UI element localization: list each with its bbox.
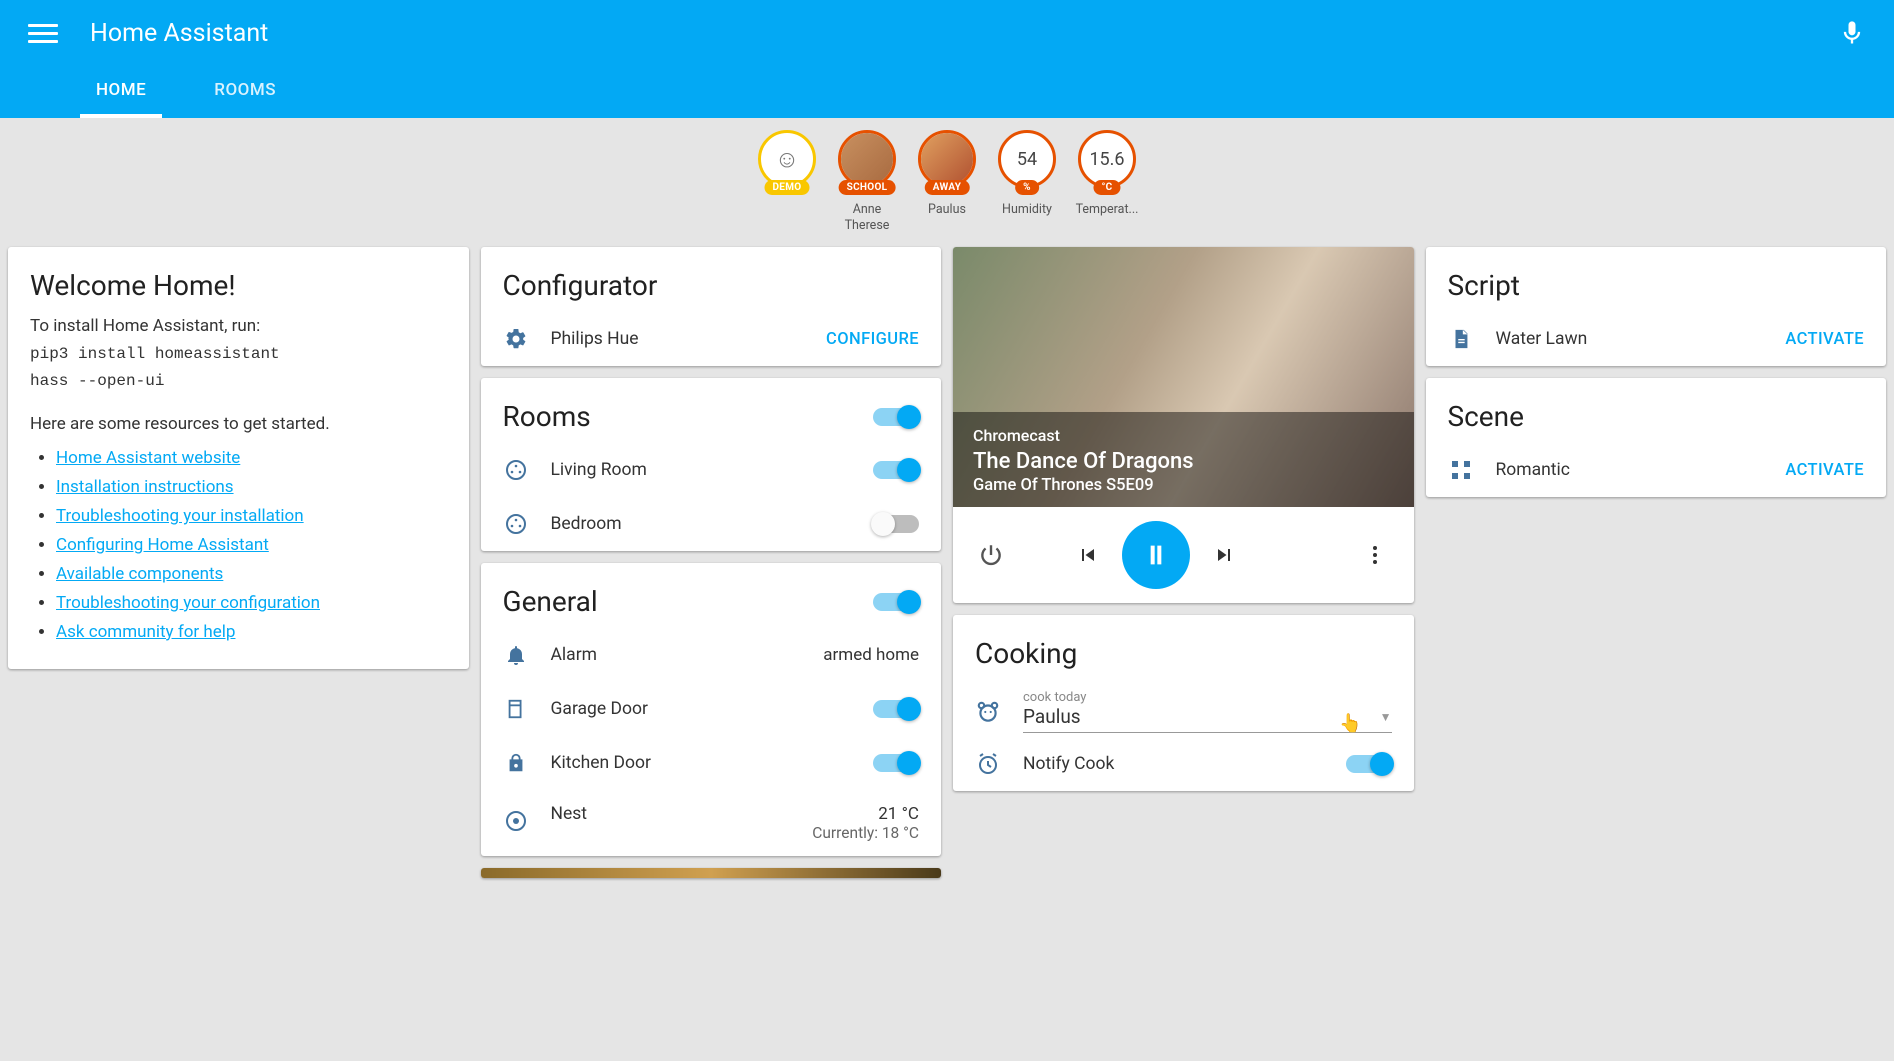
rooms-title: Rooms xyxy=(503,400,874,433)
media-device: Chromecast xyxy=(973,426,1394,445)
alarm-label[interactable]: Alarm xyxy=(551,645,802,665)
avatar xyxy=(841,133,893,185)
link-website[interactable]: Home Assistant website xyxy=(56,448,240,468)
resources-text: Here are some resources to get started. xyxy=(30,410,447,439)
cursor-icon: 👆 xyxy=(1339,713,1361,734)
pause-button[interactable] xyxy=(1122,521,1190,589)
badge-demo[interactable]: ☺DEMO xyxy=(754,130,820,233)
link-configuring[interactable]: Configuring Home Assistant xyxy=(56,535,269,555)
badge-temperature[interactable]: 15.6°C Temperat... xyxy=(1074,130,1140,233)
smiley-icon: ☺ xyxy=(775,145,800,174)
cook-today-select[interactable]: cook today Paulus▼ 👆 xyxy=(1023,690,1392,733)
document-icon xyxy=(1448,326,1474,352)
media-card: Chromecast The Dance Of Dragons Game Of … xyxy=(953,247,1414,603)
media-title: The Dance Of Dragons xyxy=(973,449,1394,474)
general-group-toggle[interactable] xyxy=(873,593,919,611)
tabs: HOME ROOMS xyxy=(0,66,1894,118)
activate-script-button[interactable]: ACTIVATE xyxy=(1785,330,1864,349)
room-icon xyxy=(503,511,529,537)
script-title: Script xyxy=(1426,247,1887,312)
nest-current: Currently: 18 °C xyxy=(812,824,919,842)
kitchen-door-label[interactable]: Kitchen Door xyxy=(551,753,852,773)
more-button[interactable] xyxy=(1359,539,1391,571)
welcome-card: Welcome Home! To install Home Assistant,… xyxy=(8,247,469,668)
media-cover[interactable]: Chromecast The Dance Of Dragons Game Of … xyxy=(953,247,1414,507)
lock-icon xyxy=(503,750,529,776)
link-troubleshoot-config[interactable]: Troubleshooting your configuration xyxy=(56,593,320,613)
cooking-title: Cooking xyxy=(953,615,1414,680)
prev-button[interactable] xyxy=(1072,539,1104,571)
room-living[interactable]: Living Room xyxy=(551,460,852,480)
bedroom-toggle[interactable] xyxy=(873,515,919,533)
cmd1: pip3 install homeassistant xyxy=(30,341,447,368)
kitchen-door-toggle[interactable] xyxy=(873,754,919,772)
thermostat-icon xyxy=(503,808,529,834)
link-community[interactable]: Ask community for help xyxy=(56,622,235,642)
notify-cook-toggle[interactable] xyxy=(1346,755,1392,773)
install-text: To install Home Assistant, run: xyxy=(30,312,447,341)
general-title: General xyxy=(503,585,874,618)
tab-rooms[interactable]: ROOMS xyxy=(198,66,292,118)
room-icon xyxy=(503,457,529,483)
garage-toggle[interactable] xyxy=(873,700,919,718)
configurator-item[interactable]: Philips Hue xyxy=(551,329,805,349)
next-button[interactable] xyxy=(1208,539,1240,571)
scene-item[interactable]: Romantic xyxy=(1496,460,1764,480)
bell-icon xyxy=(503,642,529,668)
media-subtitle: Game Of Thrones S5E09 xyxy=(973,476,1394,495)
room-bedroom[interactable]: Bedroom xyxy=(551,514,852,534)
cmd2: hass --open-ui xyxy=(30,368,447,395)
bear-icon xyxy=(975,699,1001,725)
alarm-status: armed home xyxy=(823,645,919,665)
cooking-card: Cooking cook today Paulus▼ 👆 Notify Cook xyxy=(953,615,1414,791)
script-item[interactable]: Water Lawn xyxy=(1496,329,1764,349)
link-components[interactable]: Available components xyxy=(56,564,223,584)
nest-target: 21 °C xyxy=(812,804,919,824)
activate-scene-button[interactable]: ACTIVATE xyxy=(1785,461,1864,480)
badge-anne[interactable]: SCHOOL Anne Therese xyxy=(834,130,900,233)
living-room-toggle[interactable] xyxy=(873,461,919,479)
badge-humidity[interactable]: 54% Humidity xyxy=(994,130,1060,233)
notify-cook-label[interactable]: Notify Cook xyxy=(1023,754,1324,774)
scene-card: Scene Romantic ACTIVATE xyxy=(1426,378,1887,497)
alarm-clock-icon xyxy=(975,751,1001,777)
image-card xyxy=(481,868,942,878)
configurator-title: Configurator xyxy=(481,247,942,312)
tab-home[interactable]: HOME xyxy=(80,66,162,118)
link-install[interactable]: Installation instructions xyxy=(56,477,234,497)
chevron-down-icon: ▼ xyxy=(1380,710,1392,724)
rooms-card: Rooms Living Room Bedroom xyxy=(481,378,942,551)
garage-icon xyxy=(503,696,529,722)
gear-icon xyxy=(503,326,529,352)
configure-button[interactable]: CONFIGURE xyxy=(826,330,919,349)
general-card: General Alarm armed home Garage Door Kit… xyxy=(481,563,942,856)
garage-label[interactable]: Garage Door xyxy=(551,699,852,719)
power-button[interactable] xyxy=(975,539,1007,571)
avatar xyxy=(921,133,973,185)
menu-button[interactable] xyxy=(28,18,58,48)
configurator-card: Configurator Philips Hue CONFIGURE xyxy=(481,247,942,366)
badge-row: ☺DEMO SCHOOL Anne Therese AWAY Paulus 54… xyxy=(0,118,1894,239)
badge-paulus[interactable]: AWAY Paulus xyxy=(914,130,980,233)
scene-title: Scene xyxy=(1426,378,1887,443)
link-troubleshoot-install[interactable]: Troubleshooting your installation xyxy=(56,506,304,526)
mic-button[interactable] xyxy=(1838,19,1866,47)
script-card: Script Water Lawn ACTIVATE xyxy=(1426,247,1887,366)
nest-label[interactable]: Nest xyxy=(551,804,791,824)
welcome-title: Welcome Home! xyxy=(8,247,469,312)
scene-icon xyxy=(1448,457,1474,483)
rooms-group-toggle[interactable] xyxy=(873,408,919,426)
app-title: Home Assistant xyxy=(90,19,268,48)
